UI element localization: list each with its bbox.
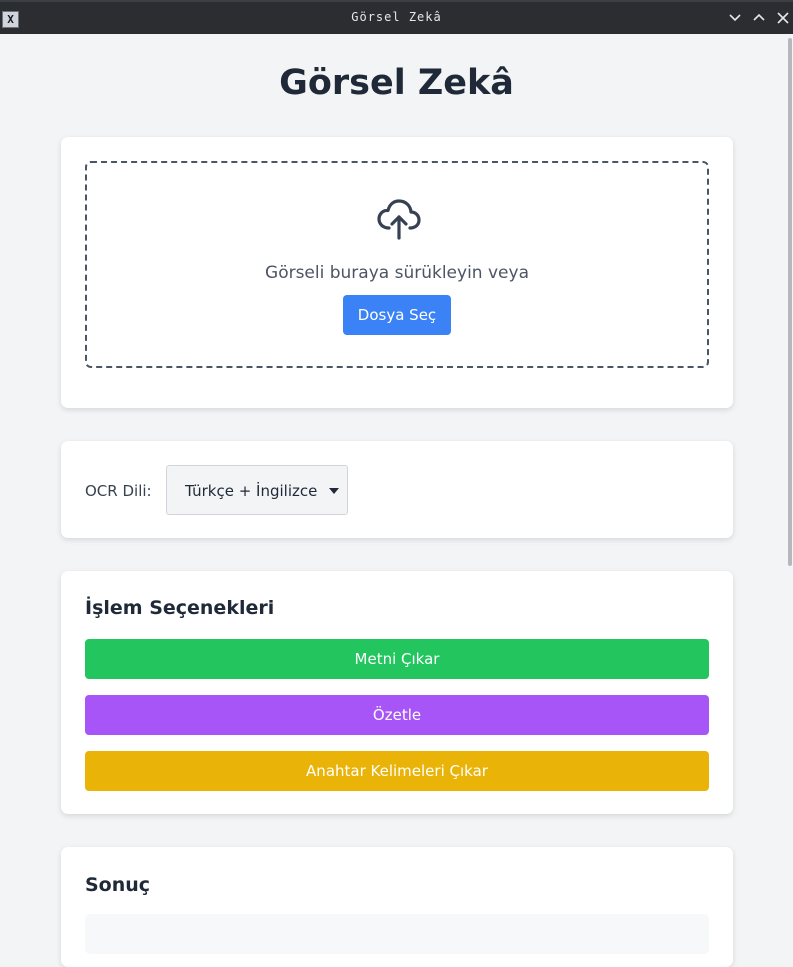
- window-titlebar: X Görsel Zekâ: [0, 0, 793, 34]
- maximize-icon[interactable]: [750, 9, 768, 27]
- actions-card: İşlem Seçenekleri Metni Çıkar Özetle Ana…: [61, 571, 733, 814]
- result-card: Sonuç: [61, 847, 733, 967]
- close-icon[interactable]: [774, 9, 792, 27]
- result-title: Sonuç: [85, 874, 151, 896]
- choose-file-button[interactable]: Dosya Seç: [343, 295, 451, 335]
- scrollbar[interactable]: [787, 34, 793, 929]
- extract-text-button[interactable]: Metni Çıkar: [85, 639, 709, 679]
- ocr-language-select[interactable]: Türkçe + İngilizce: [166, 465, 348, 515]
- window-title: Görsel Zekâ: [351, 10, 442, 24]
- dropdown-arrow-icon: [329, 488, 339, 494]
- cloud-upload-icon: [377, 199, 421, 240]
- scrollbar-thumb[interactable]: [788, 38, 792, 566]
- dropzone[interactable]: Görseli buraya sürükleyin veya Dosya Seç: [85, 161, 709, 368]
- ocr-language-label: OCR Dili:: [85, 482, 152, 500]
- page-title: Görsel Zekâ: [279, 63, 514, 103]
- ocr-language-value: Türkçe + İngilizce: [185, 482, 318, 500]
- drop-prompt: Görseli buraya sürükleyin veya: [265, 263, 529, 283]
- summarize-button[interactable]: Özetle: [85, 695, 709, 735]
- actions-title: İşlem Seçenekleri: [85, 597, 275, 619]
- minimize-icon[interactable]: [726, 9, 744, 27]
- upload-card: Görseli buraya sürükleyin veya Dosya Seç: [61, 137, 733, 408]
- ocr-card: OCR Dili: Türkçe + İngilizce: [61, 441, 733, 538]
- result-box: [85, 914, 709, 954]
- extract-keywords-button[interactable]: Anahtar Kelimeleri Çıkar: [85, 751, 709, 791]
